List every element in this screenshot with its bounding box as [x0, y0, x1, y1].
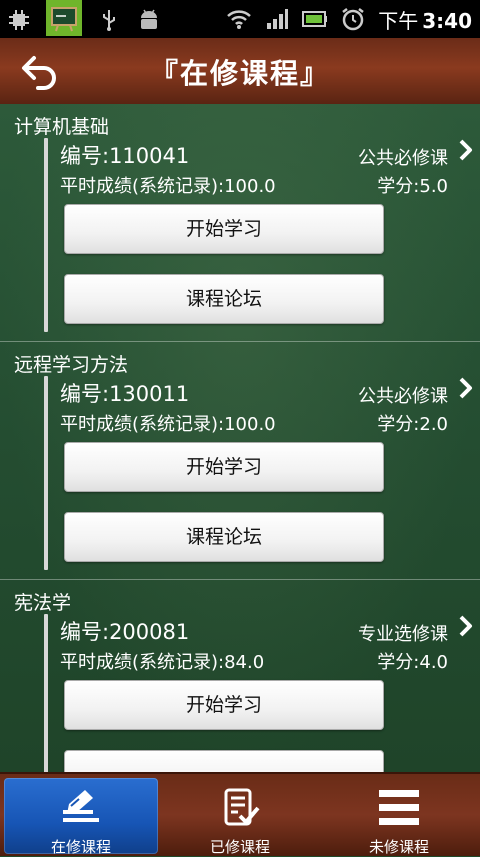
course-divider-line — [44, 138, 48, 332]
status-bar: 下午 3:40 — [0, 0, 480, 38]
course-divider-line — [44, 614, 48, 772]
chevron-right-icon[interactable] — [458, 138, 474, 162]
chevron-right-icon[interactable] — [458, 376, 474, 400]
course-list: 计算机基础 编号:110041 公共必修课 平时成绩(系统记录):100.0 学… — [0, 104, 480, 772]
start-study-button[interactable]: 开始学习 — [64, 680, 384, 730]
wifi-icon — [226, 6, 252, 32]
checklist-icon — [224, 788, 260, 826]
battery-icon — [302, 6, 328, 32]
status-time: 下午 3:40 — [378, 8, 472, 33]
course-forum-button[interactable] — [64, 750, 384, 772]
course-code: 编号:200081 — [60, 620, 190, 644]
course-score: 平时成绩(系统记录):100.0 — [60, 414, 276, 435]
course-credit: 学分:2.0 — [377, 414, 448, 435]
course-credit: 学分:4.0 — [377, 652, 448, 673]
course-forum-button[interactable]: 课程论坛 — [64, 274, 384, 324]
app-header: 『在修课程』 — [0, 38, 480, 106]
bottom-tab-bar: 在修课程 已修课程 未修课程 — [0, 772, 480, 856]
usb-icon — [96, 7, 122, 33]
menu-list-icon — [379, 790, 419, 825]
edit-course-icon — [63, 790, 99, 822]
course-score: 平时成绩(系统记录):84.0 — [60, 652, 265, 673]
start-study-button[interactable]: 开始学习 — [64, 442, 384, 492]
tab-pending-courses[interactable]: 未修课程 — [322, 778, 476, 856]
chevron-right-icon[interactable] — [458, 614, 474, 638]
course-type: 公共必修课 — [358, 148, 448, 169]
course-code: 编号:110041 — [60, 144, 190, 168]
course-item[interactable]: 计算机基础 编号:110041 公共必修课 平时成绩(系统记录):100.0 学… — [0, 104, 480, 342]
tab-completed-courses[interactable]: 已修课程 — [163, 778, 317, 856]
course-name: 宪法学 — [14, 592, 72, 614]
page-title: 『在修课程』 — [149, 57, 330, 90]
start-study-button[interactable]: 开始学习 — [64, 204, 384, 254]
course-name: 计算机基础 — [14, 116, 110, 138]
course-code: 编号:130011 — [60, 382, 190, 406]
course-item[interactable]: 远程学习方法 编号:130011 公共必修课 平时成绩(系统记录):100.0 … — [0, 342, 480, 580]
signal-icon — [264, 6, 290, 32]
alarm-icon — [340, 6, 366, 32]
course-credit: 学分:5.0 — [377, 176, 448, 197]
course-type: 公共必修课 — [358, 386, 448, 407]
course-divider-line — [44, 376, 48, 570]
course-name: 远程学习方法 — [14, 354, 129, 376]
chalkboard-app-icon — [46, 0, 82, 36]
course-forum-button[interactable]: 课程论坛 — [64, 512, 384, 562]
course-item[interactable]: 宪法学 编号:200081 专业选修课 平时成绩(系统记录):84.0 学分:4… — [0, 580, 480, 772]
course-type: 专业选修课 — [358, 624, 448, 645]
tab-current-courses[interactable]: 在修课程 — [4, 778, 158, 856]
android-icon — [136, 7, 162, 33]
course-score: 平时成绩(系统记录):100.0 — [60, 176, 276, 197]
chip-icon — [6, 7, 32, 33]
